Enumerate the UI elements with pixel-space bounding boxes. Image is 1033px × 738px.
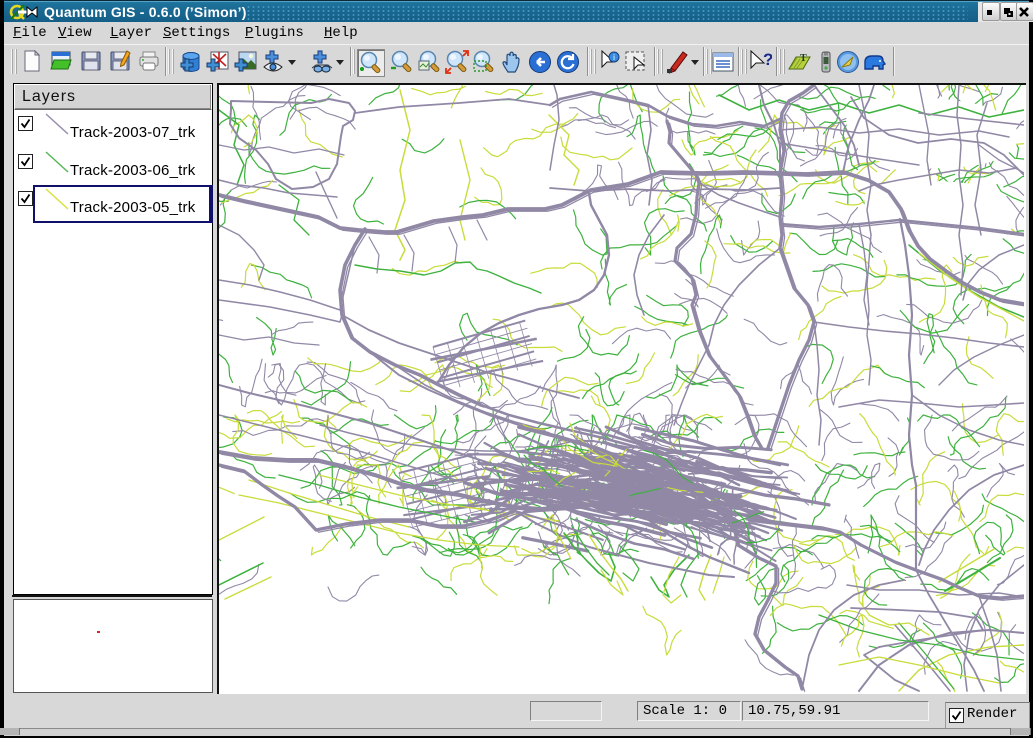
svg-text:T: T [800, 53, 807, 64]
svg-text:?: ? [763, 50, 772, 69]
svg-text:i: i [613, 53, 615, 62]
